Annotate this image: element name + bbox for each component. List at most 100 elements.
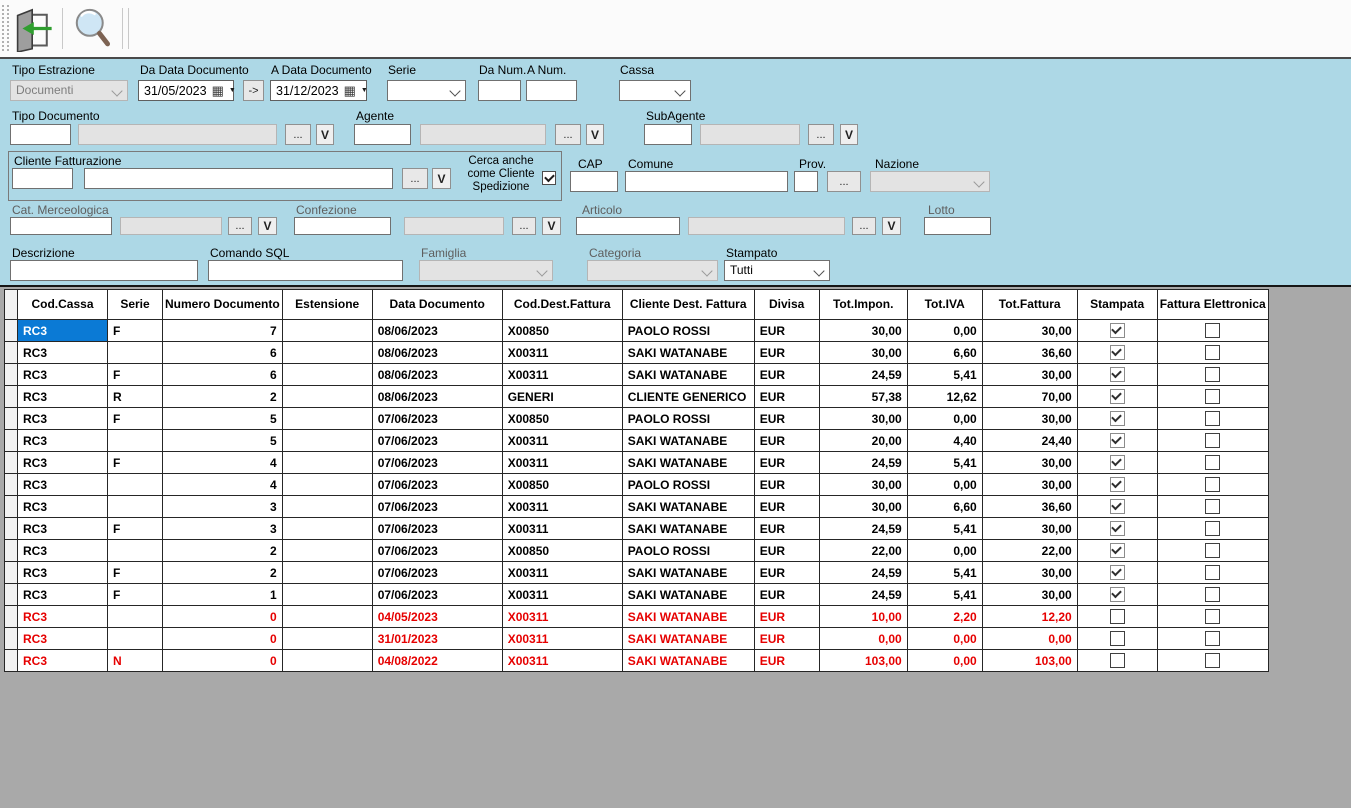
column-header[interactable]: Cod.Dest.Fattura: [502, 290, 622, 320]
column-header[interactable]: Numero Documento: [163, 290, 283, 320]
grid-cell[interactable]: [282, 496, 372, 518]
grid-cell[interactable]: [282, 584, 372, 606]
grid-cell[interactable]: 07/06/2023: [372, 540, 502, 562]
categoria-select[interactable]: [587, 260, 718, 281]
grid-cell[interactable]: X00850: [502, 320, 622, 342]
fattura-elettronica-checkbox-cell[interactable]: [1157, 562, 1268, 584]
grid-cell[interactable]: [282, 628, 372, 650]
stampata-checkbox-cell[interactable]: [1077, 540, 1157, 562]
grid-cell[interactable]: 6,60: [907, 496, 982, 518]
grid-cell[interactable]: [282, 430, 372, 452]
cerca-anche-checkbox[interactable]: [542, 171, 556, 185]
grid-cell[interactable]: 0,00: [907, 628, 982, 650]
row-selector[interactable]: [5, 562, 18, 584]
fattura-elettronica-checkbox-cell[interactable]: [1157, 584, 1268, 606]
grid-cell[interactable]: 2: [163, 562, 283, 584]
grid-cell[interactable]: [282, 562, 372, 584]
grid-cell[interactable]: 07/06/2023: [372, 474, 502, 496]
cliente-fatturazione-validate-button[interactable]: V: [432, 168, 451, 189]
grid-cell[interactable]: 5,41: [907, 518, 982, 540]
grid-cell[interactable]: PAOLO ROSSI: [622, 408, 754, 430]
checkbox-icon[interactable]: [1205, 543, 1220, 558]
grid-cell[interactable]: EUR: [754, 386, 819, 408]
grid-cell[interactable]: 0,00: [907, 540, 982, 562]
da-data-datepicker[interactable]: 31/05/2023 ▦ ▼: [138, 80, 234, 101]
grid-cell[interactable]: 22,00: [982, 540, 1077, 562]
grid-cell[interactable]: RC3: [18, 584, 108, 606]
subagente-input[interactable]: [644, 124, 692, 145]
row-selector-header[interactable]: [5, 290, 18, 320]
stampata-checkbox-cell[interactable]: [1077, 430, 1157, 452]
grid-cell[interactable]: 0,00: [907, 408, 982, 430]
descrizione-input[interactable]: [10, 260, 198, 281]
grid-cell[interactable]: [108, 496, 163, 518]
grid-cell[interactable]: SAKI WATANABE: [622, 650, 754, 672]
agente-validate-button[interactable]: V: [586, 124, 604, 145]
grid-cell[interactable]: 2,20: [907, 606, 982, 628]
cat-merceologica-browse-button[interactable]: ...: [228, 217, 252, 235]
grid-cell[interactable]: F: [108, 562, 163, 584]
grid-cell[interactable]: SAKI WATANABE: [622, 606, 754, 628]
grid-cell[interactable]: 103,00: [819, 650, 907, 672]
checkbox-icon[interactable]: [1110, 433, 1125, 448]
column-header[interactable]: Cliente Dest. Fattura: [622, 290, 754, 320]
date-range-arrow-button[interactable]: ->: [243, 80, 264, 101]
stampata-checkbox-cell[interactable]: [1077, 364, 1157, 386]
grid-cell[interactable]: [108, 606, 163, 628]
grid-cell[interactable]: 6: [163, 342, 283, 364]
comune-input[interactable]: [625, 171, 788, 192]
fattura-elettronica-checkbox-cell[interactable]: [1157, 342, 1268, 364]
table-row[interactable]: RC3407/06/2023X00850PAOLO ROSSIEUR30,000…: [5, 474, 1269, 496]
grid-cell[interactable]: [282, 320, 372, 342]
grid-cell[interactable]: 30,00: [982, 474, 1077, 496]
grid-cell[interactable]: 103,00: [982, 650, 1077, 672]
confezione-input[interactable]: [294, 217, 391, 235]
grid-cell[interactable]: SAKI WATANABE: [622, 496, 754, 518]
grid-cell[interactable]: F: [108, 320, 163, 342]
grid-cell[interactable]: X00311: [502, 584, 622, 606]
table-row[interactable]: RC3608/06/2023X00311SAKI WATANABEEUR30,0…: [5, 342, 1269, 364]
grid-cell[interactable]: 36,60: [982, 342, 1077, 364]
stampata-checkbox-cell[interactable]: [1077, 342, 1157, 364]
stampata-checkbox-cell[interactable]: [1077, 320, 1157, 342]
grid-cell[interactable]: [282, 452, 372, 474]
checkbox-icon[interactable]: [1110, 455, 1125, 470]
grid-cell[interactable]: 2: [163, 540, 283, 562]
row-selector[interactable]: [5, 408, 18, 430]
grid-cell[interactable]: X00311: [502, 430, 622, 452]
row-selector[interactable]: [5, 320, 18, 342]
grid-cell[interactable]: 57,38: [819, 386, 907, 408]
column-header[interactable]: Tot.Fattura: [982, 290, 1077, 320]
grid-cell[interactable]: EUR: [754, 584, 819, 606]
grid-cell[interactable]: CLIENTE GENERICO: [622, 386, 754, 408]
checkbox-icon[interactable]: [1110, 653, 1125, 668]
grid-cell[interactable]: 6,60: [907, 342, 982, 364]
checkbox-icon[interactable]: [1110, 565, 1125, 580]
row-selector[interactable]: [5, 540, 18, 562]
stampata-checkbox-cell[interactable]: [1077, 452, 1157, 474]
grid-cell[interactable]: [108, 628, 163, 650]
grid-cell[interactable]: 3: [163, 518, 283, 540]
grid-cell[interactable]: EUR: [754, 628, 819, 650]
grid-cell[interactable]: X00311: [502, 342, 622, 364]
grid-cell[interactable]: 36,60: [982, 496, 1077, 518]
checkbox-icon[interactable]: [1205, 477, 1220, 492]
table-row[interactable]: RC3N004/08/2022X00311SAKI WATANABEEUR103…: [5, 650, 1269, 672]
checkbox-icon[interactable]: [1205, 521, 1220, 536]
row-selector[interactable]: [5, 628, 18, 650]
table-row[interactable]: RC3031/01/2023X00311SAKI WATANABEEUR0,00…: [5, 628, 1269, 650]
grid-cell[interactable]: 5: [163, 430, 283, 452]
grid-cell[interactable]: RC3: [18, 518, 108, 540]
articolo-validate-button[interactable]: V: [882, 217, 901, 235]
nazione-select[interactable]: [870, 171, 990, 192]
column-header[interactable]: Stampata: [1077, 290, 1157, 320]
grid-cell[interactable]: [108, 430, 163, 452]
row-selector[interactable]: [5, 342, 18, 364]
fattura-elettronica-checkbox-cell[interactable]: [1157, 496, 1268, 518]
grid-cell[interactable]: SAKI WATANABE: [622, 628, 754, 650]
grid-cell[interactable]: N: [108, 650, 163, 672]
a-data-datepicker[interactable]: 31/12/2023 ▦ ▼: [270, 80, 367, 101]
grid-cell[interactable]: 0: [163, 650, 283, 672]
grid-cell[interactable]: F: [108, 452, 163, 474]
subagente-browse-button[interactable]: ...: [808, 124, 834, 145]
